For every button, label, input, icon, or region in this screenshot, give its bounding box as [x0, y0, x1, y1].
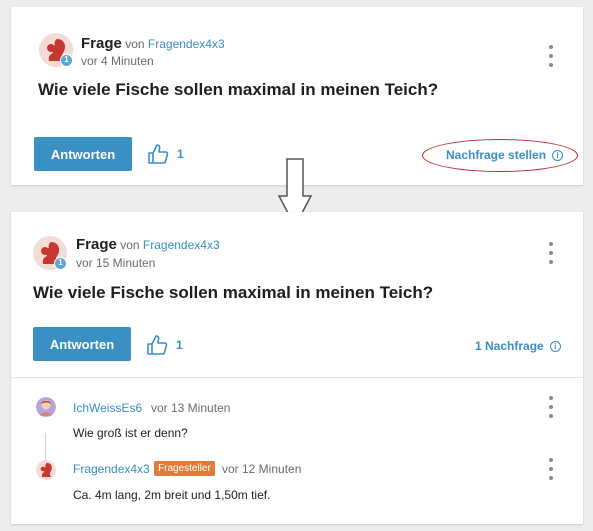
more-options-icon[interactable]	[548, 242, 554, 264]
answer-button[interactable]: Antworten	[34, 137, 132, 171]
followup-count-label: 1 Nachfrage	[475, 339, 544, 353]
comment-time: vor 13 Minuten	[151, 401, 231, 415]
author-link[interactable]: Fragendex4x3	[143, 238, 220, 252]
level-badge: 1	[54, 257, 67, 270]
highlight-ellipse	[422, 139, 578, 172]
info-icon: i	[549, 340, 561, 352]
squirrel-avatar-icon[interactable]	[36, 460, 56, 480]
comment-time: vor 12 Minuten	[222, 462, 302, 476]
followup-count-link[interactable]: 1 Nachfrage i	[475, 339, 561, 353]
thumbs-up-icon	[147, 335, 168, 355]
more-options-icon[interactable]	[548, 396, 554, 418]
asker-tag: Fragesteller	[154, 461, 215, 476]
more-options-icon[interactable]	[548, 45, 554, 67]
like-count: 1	[177, 147, 184, 161]
post-type-label: Frage	[76, 236, 117, 253]
post-type-label: Frage	[81, 35, 122, 52]
question-header: Frage von Fragendex4x3	[76, 236, 220, 253]
by-label: von	[120, 238, 140, 252]
answer-button[interactable]: Antworten	[33, 327, 131, 361]
more-options-icon[interactable]	[548, 458, 554, 480]
question-title: Wie viele Fische sollen maximal in meine…	[38, 80, 439, 99]
by-label: von	[125, 37, 145, 51]
comments-divider	[11, 377, 583, 378]
question-card-after: 1 Frage von Fragendex4x3 vor 15 Minuten …	[11, 212, 583, 524]
author-link[interactable]: Fragendex4x3	[148, 37, 225, 51]
comment-text: Wie groß ist er denn?	[73, 426, 188, 440]
question-title: Wie viele Fische sollen maximal in meine…	[33, 283, 434, 302]
question-header: Frage von Fragendex4x3	[81, 35, 225, 52]
comment-author-link[interactable]: IchWeissEs6	[73, 401, 142, 415]
comment-author-link[interactable]: Fragendex4x3	[73, 462, 150, 476]
level-badge: 1	[60, 54, 73, 67]
like-button[interactable]: 1	[147, 143, 184, 165]
user-avatar-icon[interactable]	[36, 397, 56, 417]
thumbs-up-icon	[148, 144, 169, 164]
post-time: vor 15 Minuten	[76, 256, 156, 270]
like-count: 1	[176, 338, 183, 352]
post-time: vor 4 Minuten	[81, 54, 154, 68]
comment-text: Ca. 4m lang, 2m breit und 1,50m tief.	[73, 488, 271, 502]
like-button[interactable]: 1	[146, 334, 183, 356]
